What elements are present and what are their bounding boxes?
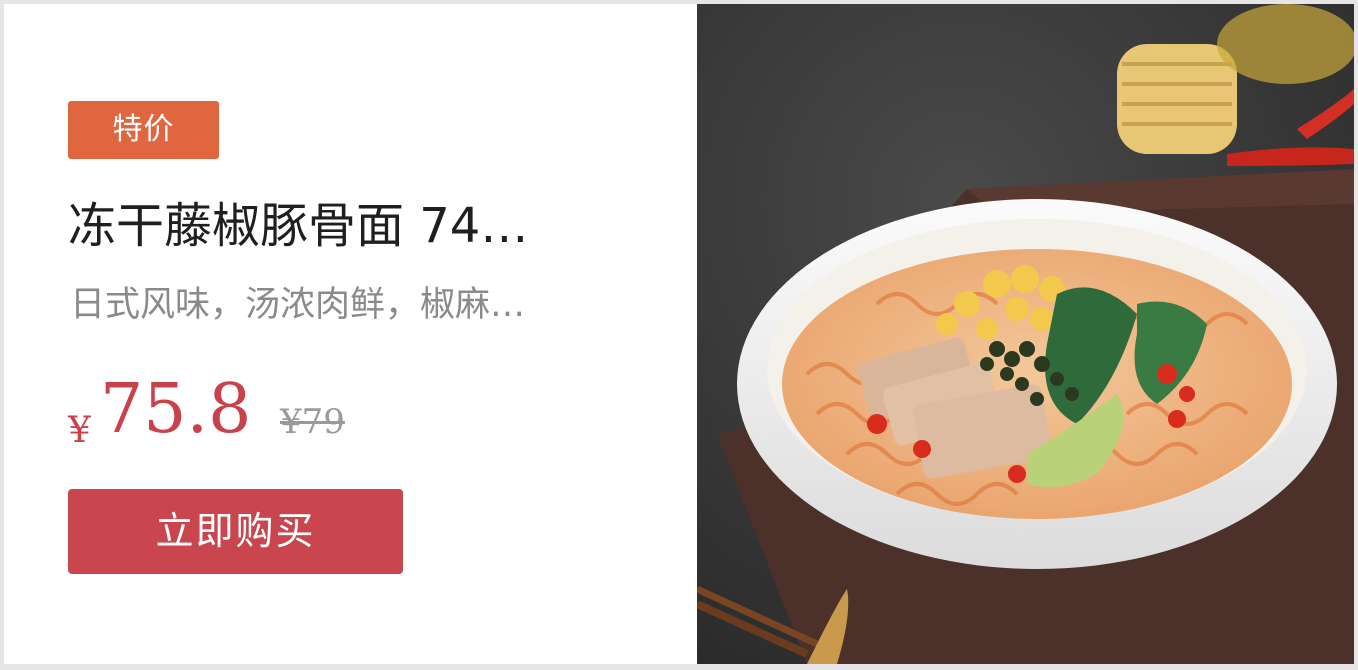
product-info-panel: 特价 冻干藤椒豚骨面 74… 日式风味，汤浓肉鲜，椒麻… ¥ 75.8 ¥79 … — [4, 4, 697, 664]
product-card[interactable]: 特价 冻干藤椒豚骨面 74… 日式风味，汤浓肉鲜，椒麻… ¥ 75.8 ¥79 … — [4, 4, 1354, 664]
corn-garnish — [1117, 44, 1237, 154]
special-price-badge: 特价 — [68, 101, 219, 159]
product-title[interactable]: 冻干藤椒豚骨面 74… — [68, 186, 648, 256]
noodle-bowl-illustration — [697, 4, 1354, 664]
currency-symbol: ¥ — [68, 410, 91, 451]
buy-now-button[interactable]: 立即购买 — [68, 489, 403, 574]
original-price: ¥79 — [280, 402, 345, 442]
product-image[interactable] — [697, 4, 1354, 664]
sale-price: 75.8 — [100, 370, 252, 449]
product-subtitle: 日式风味，汤浓肉鲜，椒麻… — [70, 285, 526, 325]
